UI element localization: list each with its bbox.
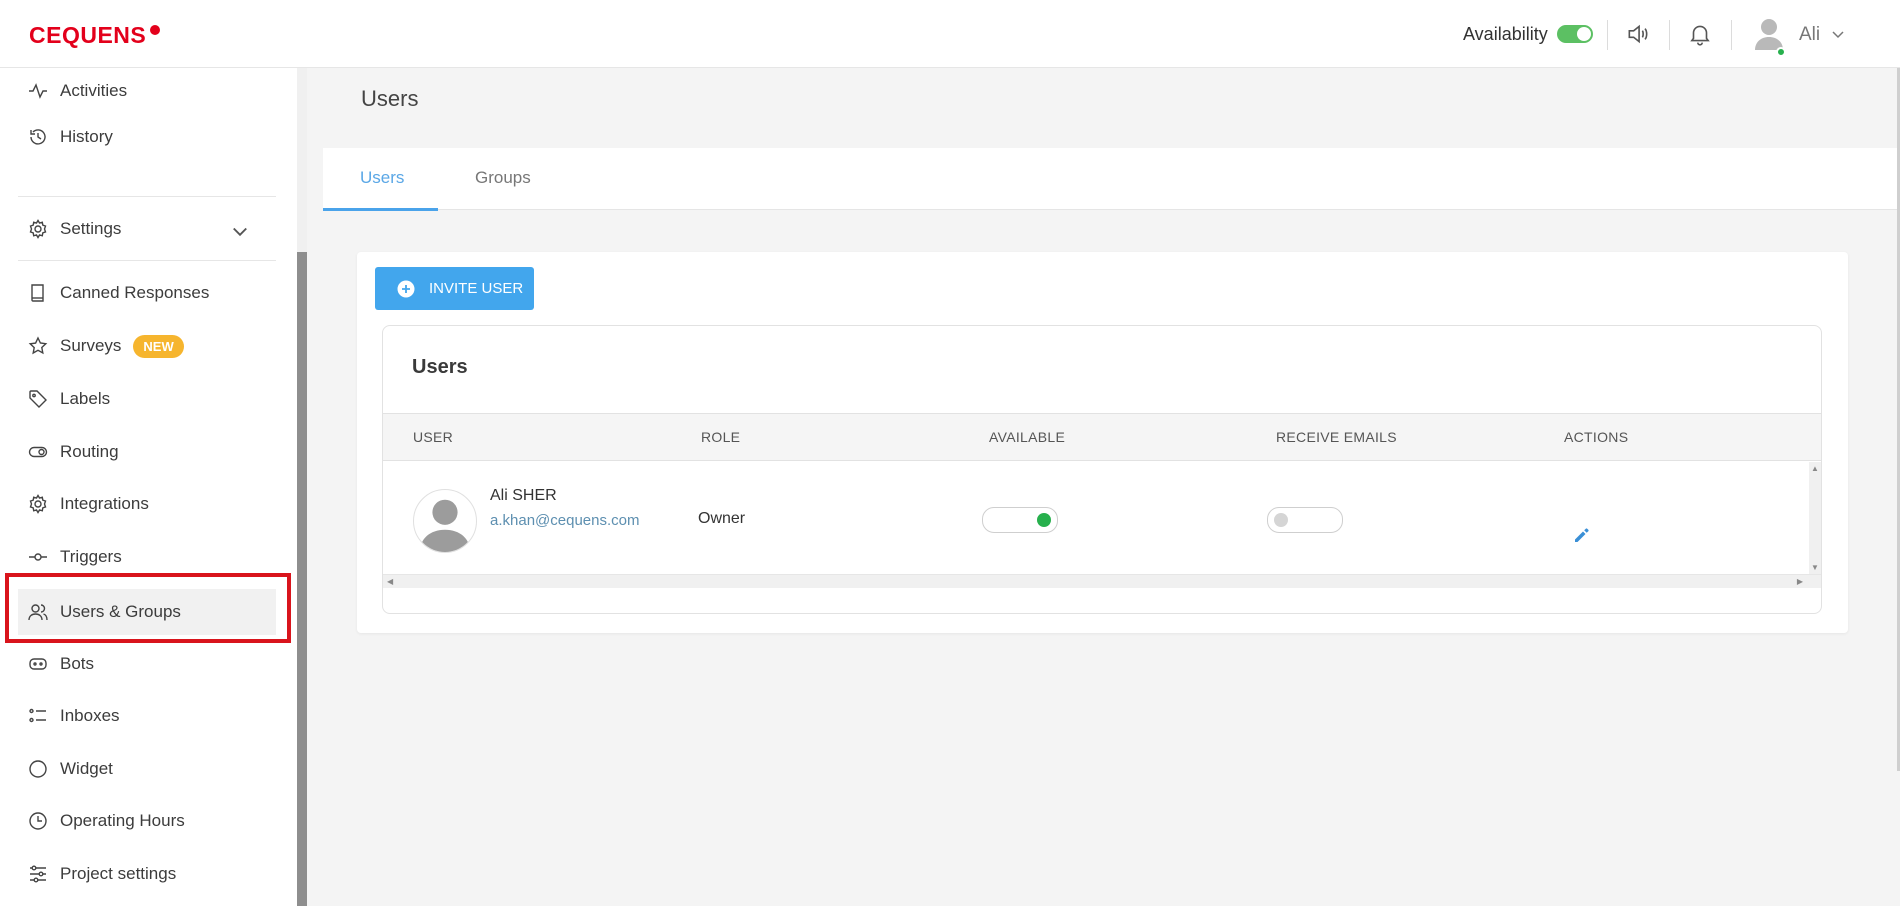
- chevron-down-icon[interactable]: [1830, 26, 1846, 42]
- top-header: CEQUENS Availability Ali: [0, 0, 1900, 68]
- gear-icon: [29, 494, 47, 514]
- bot-icon: [29, 658, 47, 670]
- user-role-cell: Owner: [698, 510, 746, 527]
- user-name-cell: Ali SHER: [490, 487, 557, 504]
- speaker-icon[interactable]: [1625, 21, 1651, 47]
- header-divider: [1607, 20, 1608, 50]
- active-tab-indicator: [323, 208, 438, 211]
- sidebar-item-users-groups[interactable]: Users & Groups: [18, 589, 276, 635]
- invite-user-button[interactable]: INVITE USER: [375, 267, 534, 310]
- availability-toggle-knob: [1577, 27, 1591, 41]
- sidebar: Activities History Settings Canned Respo…: [0, 68, 297, 906]
- sidebar-item-label: Routing: [60, 442, 119, 461]
- online-status-dot: [1776, 47, 1786, 57]
- avatar: [413, 489, 477, 553]
- header-divider: [1669, 20, 1670, 50]
- sidebar-item-label: Users & Groups: [60, 602, 181, 621]
- availability-label: Availability: [1463, 24, 1548, 44]
- gear-icon: [29, 219, 47, 239]
- commit-icon: [29, 553, 47, 561]
- sidebar-item-history[interactable]: History: [18, 114, 276, 160]
- sidebar-item-label: History: [60, 127, 113, 146]
- brand-logo-dot: [150, 25, 161, 35]
- user-email-cell: a.khan@cequens.com: [490, 512, 640, 529]
- clock-icon: [29, 812, 47, 830]
- tag-icon: [29, 390, 47, 408]
- user-name[interactable]: Ali: [1799, 24, 1820, 46]
- scroll-up-arrow-icon[interactable]: ▲: [1811, 464, 1819, 473]
- page-title: Users: [361, 86, 419, 111]
- tab-users[interactable]: Users: [360, 168, 404, 188]
- header-divider: [1731, 20, 1732, 50]
- sidebar-item-label: Project settings: [60, 864, 177, 883]
- sidebar-divider: [18, 260, 276, 261]
- sidebar-item-label: Surveys: [60, 336, 122, 355]
- table-vertical-scrollbar[interactable]: ▲ ▼: [1809, 462, 1821, 574]
- sidebar-divider: [18, 196, 276, 197]
- sidebar-item-label: Bots: [60, 654, 95, 673]
- sidebar-item-project-settings[interactable]: Project settings: [18, 851, 276, 897]
- brand-logo-text: CEQUENS: [29, 22, 147, 48]
- table-header: USER ROLE AVAILABLE RECEIVE EMAILS ACTIO…: [383, 413, 1821, 461]
- bell-icon[interactable]: [1687, 21, 1713, 47]
- sidebar-item-label: Widget: [60, 759, 113, 778]
- sidebar-item-canned-responses[interactable]: Canned Responses: [18, 270, 276, 316]
- sidebar-item-label: Integrations: [60, 494, 149, 513]
- scroll-left-arrow-icon[interactable]: ◀: [387, 577, 393, 586]
- receive-emails-toggle-knob: [1274, 513, 1288, 527]
- history-icon: [30, 129, 46, 145]
- sidebar-item-settings[interactable]: Settings: [18, 206, 276, 252]
- new-badge: NEW: [133, 334, 184, 358]
- sidebar-item-labels[interactable]: Labels: [18, 376, 276, 422]
- chevron-down-icon: [233, 227, 247, 237]
- sidebar-item-integrations[interactable]: Integrations: [18, 481, 276, 527]
- users-table-panel: [382, 325, 1822, 614]
- sidebar-item-operating-hours[interactable]: Operating Hours: [18, 798, 276, 844]
- available-toggle-knob: [1037, 513, 1051, 527]
- list-icon: [29, 708, 46, 723]
- sidebar-item-label: Labels: [60, 389, 111, 408]
- column-header-receive-emails: RECEIVE EMAILS: [1276, 429, 1397, 445]
- pencil-icon[interactable]: [1572, 525, 1592, 545]
- tab-groups[interactable]: Groups: [475, 168, 531, 188]
- sidebar-item-label: Canned Responses: [60, 283, 210, 302]
- column-header-role: ROLE: [701, 429, 741, 445]
- column-header-available: AVAILABLE: [989, 429, 1066, 445]
- sidebar-item-activities[interactable]: Activities: [18, 68, 276, 114]
- book-icon: [31, 284, 44, 302]
- sidebar-item-routing[interactable]: Routing: [18, 429, 276, 475]
- tabs-bar: Users Groups: [323, 148, 1900, 210]
- receive-emails-toggle[interactable]: [1267, 507, 1343, 533]
- users-icon: [28, 604, 48, 621]
- sidebar-item-surveys[interactable]: Surveys NEW: [18, 323, 276, 369]
- circle-icon: [29, 760, 47, 778]
- sidebar-item-label: Inboxes: [60, 706, 120, 725]
- invite-user-label: INVITE USER: [429, 280, 524, 297]
- sidebar-item-widget[interactable]: Widget: [18, 746, 276, 792]
- scroll-down-arrow-icon[interactable]: ▼: [1811, 563, 1819, 572]
- user-placeholder-icon: [419, 499, 471, 552]
- sidebar-item-label: Activities: [60, 81, 128, 100]
- scroll-right-arrow-icon[interactable]: ▶: [1797, 577, 1803, 586]
- sidebar-item-bots[interactable]: Bots: [18, 641, 276, 687]
- users-section-title: Users: [412, 356, 468, 378]
- star-icon: [28, 336, 48, 355]
- activity-icon: [29, 83, 47, 99]
- sidebar-item-triggers[interactable]: Triggers: [18, 534, 276, 580]
- sidebar-item-label: Triggers: [60, 547, 122, 566]
- sliders-icon: [30, 865, 46, 883]
- brand-logo[interactable]: CEQUENS: [29, 22, 161, 49]
- plus-circle-icon: [397, 280, 415, 297]
- column-header-actions: ACTIONS: [1564, 429, 1629, 445]
- sidebar-item-inboxes[interactable]: Inboxes: [18, 693, 276, 739]
- table-horizontal-scrollbar[interactable]: ◀ ▶: [383, 574, 1821, 588]
- sidebar-item-label: Operating Hours: [60, 811, 185, 830]
- availability-toggle[interactable]: [1557, 25, 1593, 43]
- toggle-icon: [28, 446, 48, 458]
- sidebar-scrollbar-thumb[interactable]: [297, 252, 307, 906]
- column-header-user: USER: [413, 429, 454, 445]
- sidebar-item-label: Settings: [60, 219, 122, 238]
- available-toggle[interactable]: [982, 507, 1058, 533]
